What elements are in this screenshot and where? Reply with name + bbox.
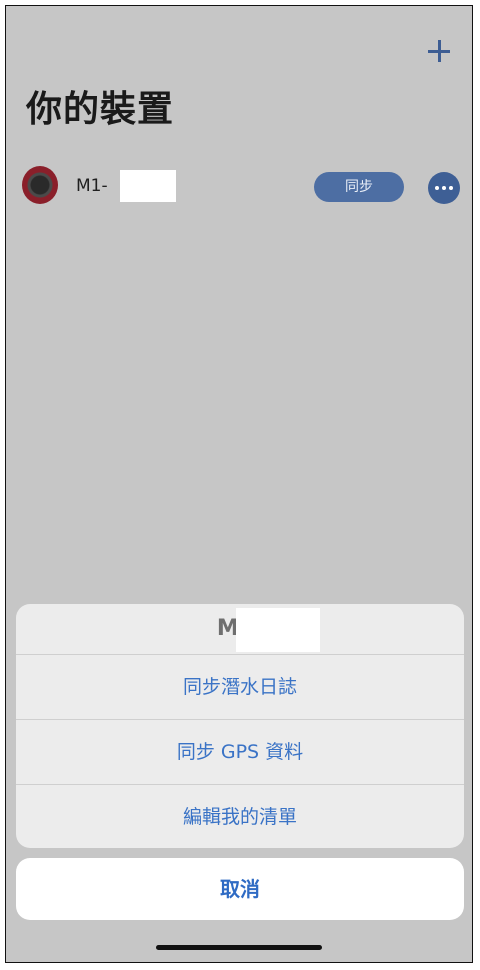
edit-my-list-option[interactable]: 編輯我的清單 (16, 784, 464, 848)
page-title: 你的裝置 (26, 89, 175, 130)
home-indicator[interactable] (156, 945, 322, 950)
action-sheet: M1- 同步潛水日誌 同步 GPS 資料 編輯我的清單 (16, 604, 464, 848)
more-options-button[interactable] (428, 172, 460, 204)
cancel-button[interactable]: 取消 (16, 858, 464, 920)
app-screen: 你的裝置 M1- 同步 M1- 同步潛水日誌 同步 GPS 資料 編輯我的清單 … (5, 5, 473, 963)
action-sheet-title: M1- (16, 604, 464, 654)
redaction-box (120, 170, 176, 202)
redaction-box (236, 608, 320, 652)
device-name: M1- (76, 176, 108, 196)
sync-gps-data-option[interactable]: 同步 GPS 資料 (16, 719, 464, 784)
watch-icon (20, 160, 60, 210)
sync-button[interactable]: 同步 (314, 172, 404, 202)
add-device-button[interactable] (426, 38, 452, 64)
sync-dive-log-option[interactable]: 同步潛水日誌 (16, 654, 464, 719)
device-row[interactable]: M1- 同步 (20, 156, 460, 216)
ellipsis-icon (435, 186, 439, 190)
